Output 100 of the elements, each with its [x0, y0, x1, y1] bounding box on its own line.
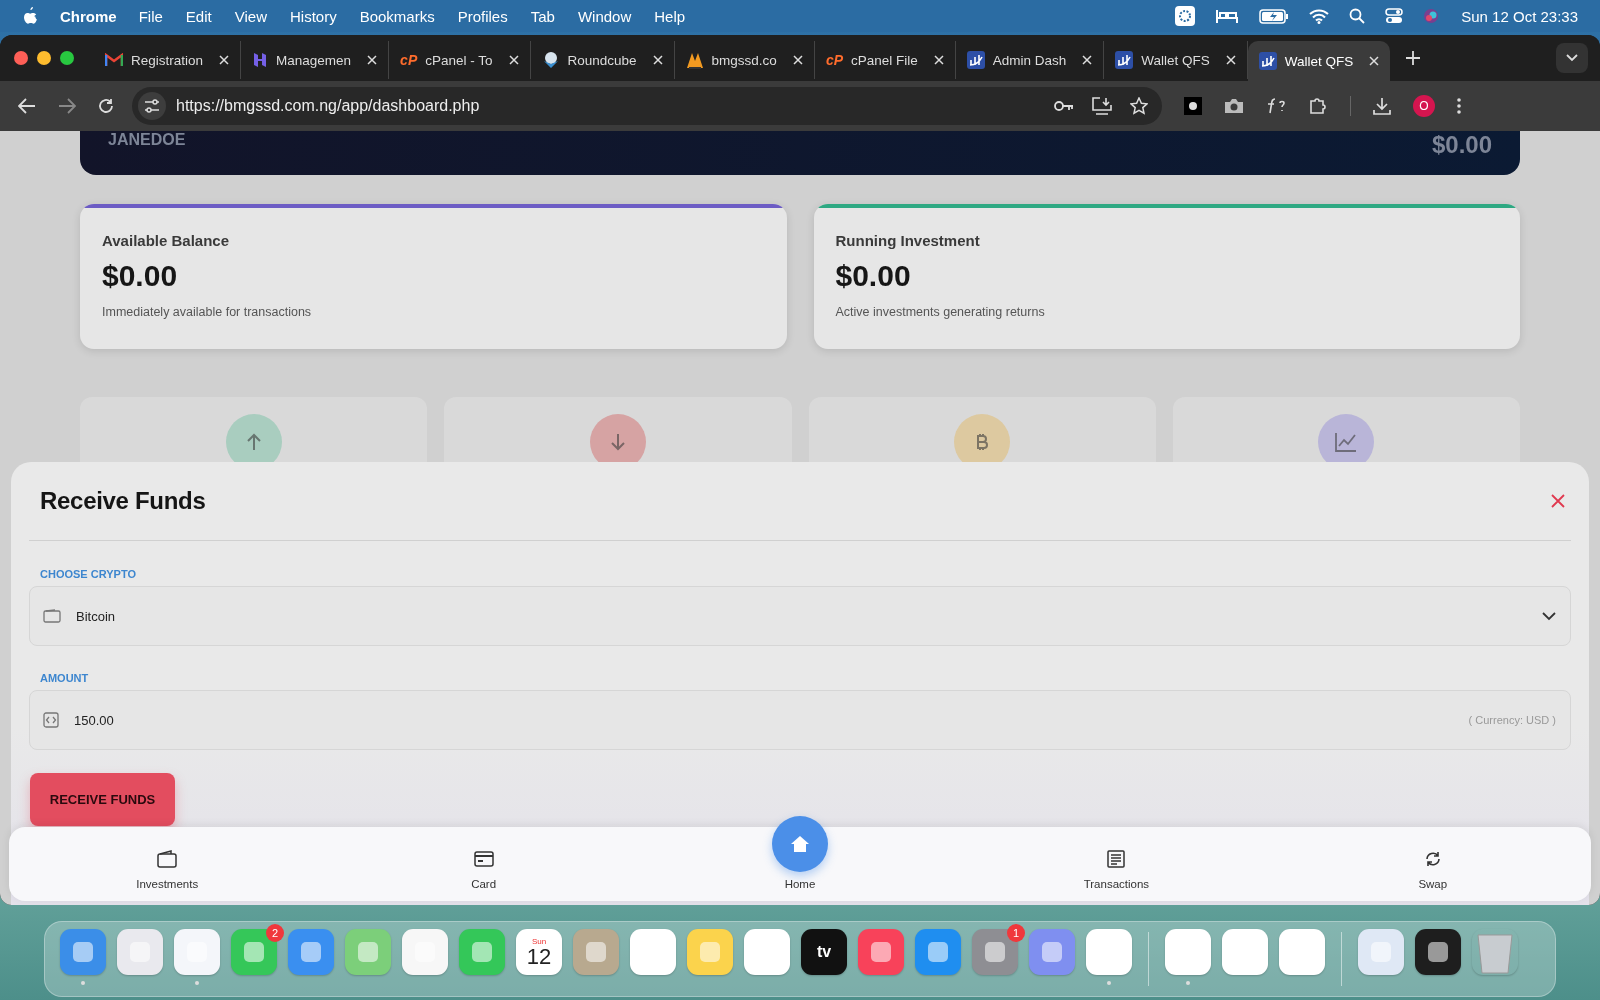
browser-tab[interactable]: Registration [94, 41, 242, 79]
tower-icon [685, 51, 704, 69]
calendar-icon[interactable]: Sun 12 [516, 929, 562, 975]
menu-item[interactable]: Edit [185, 7, 212, 25]
install-app-icon[interactable] [1092, 97, 1112, 115]
key-icon[interactable] [1054, 100, 1074, 112]
search-icon[interactable] [1349, 8, 1366, 24]
chart-logo-icon [1258, 52, 1277, 70]
tab-title: Registration [131, 52, 204, 68]
forward-icon[interactable] [58, 98, 76, 114]
menu-item[interactable]: History [289, 7, 337, 25]
browser-tab[interactable]: cP cPanel - To [389, 41, 531, 79]
card-amount: $0.00 [102, 259, 179, 293]
snowflake-app-icon[interactable] [1175, 6, 1196, 26]
home-icon [790, 835, 810, 853]
wallet-icon [43, 609, 61, 623]
browser-tab[interactable]: Roundcube [530, 41, 675, 79]
browser-tab[interactable]: bmgssd.co [674, 41, 815, 79]
tab-title: Wallet QFS [1141, 52, 1210, 68]
nav-item[interactable]: Home [641, 807, 959, 901]
receipt-icon [1107, 850, 1126, 868]
profile-avatar[interactable]: O [1413, 95, 1435, 117]
line-chart-icon [1335, 432, 1358, 452]
chart-logo-icon [966, 51, 985, 69]
menu-item[interactable]: Profiles [457, 7, 508, 25]
credit-card-icon [473, 851, 494, 867]
envelope-m-icon [105, 53, 123, 67]
back-icon[interactable] [18, 98, 36, 114]
close-window-button[interactable] [14, 51, 28, 65]
toggle-switches-icon[interactable] [1385, 8, 1404, 24]
reload-icon[interactable] [98, 98, 114, 114]
field-label: AMOUNT [40, 672, 90, 684]
arrow-down-icon [609, 433, 626, 451]
menu-item[interactable]: View [234, 7, 267, 25]
minimize-window-button[interactable] [37, 51, 51, 65]
card-caption: Immediately available for transactions [102, 305, 313, 319]
nav-item[interactable]: Card [325, 827, 642, 901]
chevron-down-icon [1566, 54, 1578, 62]
apple-logo-icon[interactable] [22, 7, 38, 25]
menu-item[interactable]: Bookmarks [359, 7, 435, 25]
amount-field[interactable]: 150.00 ( Currency: USD ) [29, 690, 1571, 750]
site-settings-icon[interactable] [138, 92, 166, 120]
puzzle-piece-icon[interactable] [1308, 96, 1328, 116]
star-icon[interactable] [1130, 97, 1148, 115]
card-amount: $0.00 [835, 259, 912, 293]
zoom-window-button[interactable] [60, 51, 74, 65]
tab-title: Roundcube [567, 52, 637, 68]
font-finder-icon[interactable] [1266, 97, 1286, 115]
tab-title: bmgssd.co [711, 52, 777, 68]
nav-item[interactable]: Swap [1274, 827, 1591, 901]
sheet-title: Receive Funds [40, 487, 206, 515]
browser-tab[interactable]: Wallet QFS [1104, 41, 1248, 79]
siri-orb-icon[interactable] [1423, 8, 1440, 24]
currency-hint: ( Currency: USD ) [1468, 714, 1556, 726]
tv-icon[interactable]: tv [801, 929, 847, 975]
address-bar[interactable]: https://bmgssd.com.ng/app/dashboard.php [132, 87, 1162, 125]
browser-tab[interactable]: cP cPanel File [814, 41, 956, 79]
card-caption: Active investments generating returns [835, 305, 1046, 319]
menu-item[interactable]: Tab [530, 7, 555, 25]
code-brackets-icon [43, 712, 59, 728]
tab-title: Admin Dash [992, 52, 1067, 68]
card-title: Running Investment [835, 232, 981, 249]
nav-item[interactable]: Investments [9, 827, 326, 901]
refresh-arrows-icon [1423, 850, 1442, 868]
tab-favicon: cP [400, 52, 418, 68]
dropdown-value: Bitcoin [76, 608, 116, 624]
bitcoin-icon [975, 433, 990, 451]
tab-title: Managemen [276, 52, 352, 68]
menu-clock[interactable]: Sun 12 Oct 23:33 [1461, 7, 1578, 25]
receive-funds-button[interactable]: RECEIVE FUNDS [30, 773, 175, 826]
arrow-up-icon [245, 433, 262, 451]
wifi-icon[interactable] [1309, 8, 1330, 24]
h-logo-icon [252, 52, 269, 68]
menu-item[interactable]: File [138, 7, 163, 25]
account-total: $0.00 [1431, 131, 1492, 159]
tab-title: Wallet QFS [1284, 53, 1354, 69]
browser-tab[interactable]: Managemen [241, 41, 390, 79]
chart-logo-icon [1115, 51, 1134, 69]
download-icon[interactable] [1373, 97, 1391, 115]
menu-item[interactable]: Help [654, 7, 686, 25]
browser-tab[interactable]: Admin Dash [955, 41, 1105, 79]
extension-square-icon[interactable] [1184, 97, 1202, 115]
bed-icon[interactable] [1215, 8, 1240, 24]
field-label: CHOOSE CRYPTO [40, 568, 137, 580]
wallet-icon [157, 850, 178, 868]
new-tab-icon[interactable] [1406, 51, 1421, 65]
chevron-down-icon [1542, 611, 1556, 621]
tab-title: cPanel File [851, 52, 918, 68]
menu-app-name[interactable]: Chrome [60, 7, 117, 25]
battery-charging-icon[interactable] [1259, 8, 1290, 24]
nav-item[interactable]: Transactions [958, 827, 1275, 901]
menu-item[interactable]: Window [577, 7, 632, 25]
card-title: Available Balance [102, 232, 230, 249]
browser-tab[interactable]: Wallet QFS [1247, 41, 1391, 81]
tab-search-button[interactable] [1556, 43, 1588, 73]
more-menu-icon[interactable] [1457, 98, 1461, 114]
camera-icon[interactable] [1224, 98, 1244, 114]
url-text: https://bmgssd.com.ng/app/dashboard.php [176, 97, 480, 115]
crypto-dropdown[interactable]: Bitcoin [29, 586, 1571, 646]
amount-value: 150.00 [74, 712, 114, 728]
